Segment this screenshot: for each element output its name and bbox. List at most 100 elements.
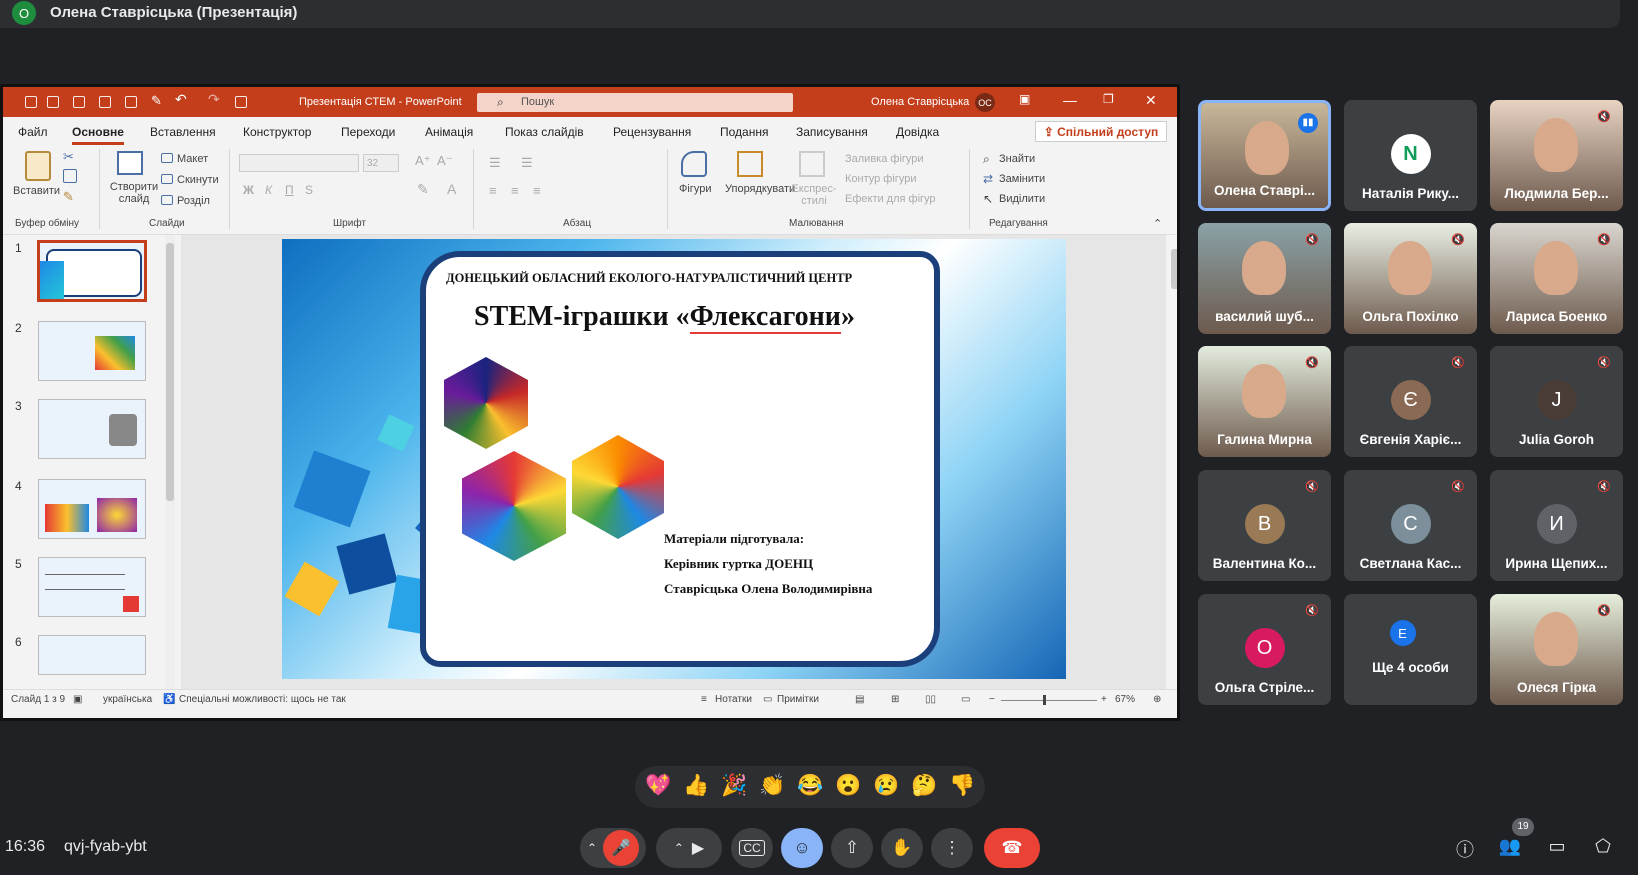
shapes-label[interactable]: Фігури: [679, 183, 711, 195]
spellcheck-icon[interactable]: ▣: [73, 694, 82, 705]
participant-tile[interactable]: J 🔇 Julia Goroh: [1490, 346, 1623, 457]
mic-controls[interactable]: ⌃ 🎤: [580, 828, 646, 868]
find-button[interactable]: Знайти: [999, 153, 1035, 165]
preview-icon[interactable]: [125, 96, 137, 108]
chevron-up-icon[interactable]: ⌃: [587, 841, 597, 855]
font-size-select[interactable]: 32: [363, 154, 399, 172]
tab-slideshow[interactable]: Показ слайдів: [505, 125, 584, 139]
decrease-font-icon[interactable]: A⁻: [437, 153, 453, 169]
participant-tile[interactable]: 🔇 Олеся Гірка: [1490, 594, 1623, 705]
captions-button[interactable]: CC: [731, 828, 773, 868]
chat-icon[interactable]: ▭: [1544, 836, 1570, 862]
status-accessibility[interactable]: Спеціальні можливості: щось не так: [179, 694, 346, 705]
slideshow-icon[interactable]: ▭: [961, 694, 970, 705]
replace-button[interactable]: Замінити: [999, 173, 1045, 185]
minimize-icon[interactable]: —: [1063, 92, 1077, 108]
new-slide-label[interactable]: Створити слайд: [107, 181, 161, 205]
tab-home[interactable]: Основне: [72, 125, 124, 145]
restore-icon[interactable]: ❐: [1103, 92, 1114, 106]
participant-tile[interactable]: Е Ще 4 особи: [1344, 594, 1477, 705]
present-icon[interactable]: [235, 96, 247, 108]
quick-styles-icon[interactable]: [799, 151, 825, 177]
fit-slide-icon[interactable]: ⊕: [1153, 694, 1161, 705]
reaction-emoji[interactable]: 👎: [949, 774, 975, 798]
arrange-icon[interactable]: [737, 151, 763, 177]
participant-tile[interactable]: И 🔇 Ирина Щепих...: [1490, 470, 1623, 581]
camera-icon[interactable]: ▶: [692, 838, 704, 858]
zoom-level[interactable]: 67%: [1115, 694, 1135, 705]
tab-help[interactable]: Довідка: [896, 125, 939, 139]
ribbon-display-icon[interactable]: ▣: [1019, 92, 1030, 106]
share-button[interactable]: ⇪ Спільний доступ: [1035, 121, 1167, 142]
activities-icon[interactable]: ⬠: [1590, 836, 1616, 862]
align-right-icon[interactable]: ≡: [533, 183, 541, 198]
slide-thumbnail-5[interactable]: [38, 557, 146, 617]
zoom-slider[interactable]: [1001, 700, 1097, 701]
bold-icon[interactable]: Ж: [243, 183, 254, 197]
ppt-user-avatar[interactable]: ОС: [975, 93, 995, 112]
underline-icon[interactable]: П: [285, 183, 294, 197]
tab-record[interactable]: Записування: [796, 125, 868, 139]
participant-tile[interactable]: Є 🔇 Євгенія Харіє...: [1344, 346, 1477, 457]
close-icon[interactable]: ✕: [1145, 92, 1157, 109]
italic-icon[interactable]: К: [265, 183, 272, 197]
save-icon[interactable]: [73, 96, 85, 108]
open-folder-icon[interactable]: [47, 96, 59, 108]
more-options-button[interactable]: ⋮: [931, 828, 973, 868]
comments-button[interactable]: Примітки: [777, 694, 819, 705]
section-button[interactable]: Розділ: [177, 195, 210, 207]
slide-thumbnail-6[interactable]: [38, 635, 146, 675]
zoom-slider-handle[interactable]: [1043, 695, 1046, 705]
reset-button[interactable]: Скинути: [177, 174, 219, 186]
chevron-up-icon[interactable]: ⌃: [674, 841, 684, 855]
thumbnails-scroll-thumb[interactable]: [166, 243, 174, 501]
tab-animations[interactable]: Анімація: [425, 125, 473, 139]
participant-tile[interactable]: 🔇 Лариса Боенко: [1490, 223, 1623, 334]
raise-hand-button[interactable]: ✋: [881, 828, 923, 868]
layout-button[interactable]: Макет: [177, 153, 208, 165]
arrange-label[interactable]: Упорядкувати: [725, 183, 795, 195]
shapes-icon[interactable]: [681, 151, 707, 177]
zoom-in-icon[interactable]: +: [1101, 694, 1107, 705]
tab-file[interactable]: Файл: [18, 125, 48, 139]
notes-button[interactable]: Нотатки: [715, 694, 752, 705]
participant-tile[interactable]: В 🔇 Валентина Ко...: [1198, 470, 1331, 581]
paste-label[interactable]: Вставити: [13, 185, 60, 197]
shape-outline-button[interactable]: Контур фігури: [845, 173, 916, 185]
new-slide-icon[interactable]: [117, 151, 143, 175]
reaction-emoji[interactable]: 🤔: [911, 774, 937, 798]
collapse-ribbon-icon[interactable]: ⌃: [1153, 217, 1162, 230]
tab-transitions[interactable]: Переходи: [341, 125, 395, 139]
zoom-out-icon[interactable]: −: [989, 694, 995, 705]
reaction-emoji[interactable]: 😮: [835, 774, 861, 798]
format-painter-icon[interactable]: ✎: [63, 189, 74, 205]
reaction-emoji[interactable]: 👍: [683, 774, 709, 798]
shape-fill-button[interactable]: Заливка фігури: [845, 153, 924, 165]
normal-view-icon[interactable]: ▤: [855, 694, 864, 705]
reaction-emoji[interactable]: 💖: [645, 774, 671, 798]
shape-effects-button[interactable]: Ефекти для фігур: [845, 193, 936, 205]
font-name-select[interactable]: [239, 154, 359, 172]
slide-thumbnail-4[interactable]: [38, 479, 146, 539]
participant-tile[interactable]: 🔇 Ольга Похілко: [1344, 223, 1477, 334]
participant-tile[interactable]: 🔇 Галина Мирна: [1198, 346, 1331, 457]
paste-icon[interactable]: [25, 151, 51, 181]
reaction-emoji[interactable]: 😢: [873, 774, 899, 798]
new-file-icon[interactable]: [25, 96, 37, 108]
bullets-icon[interactable]: ☰: [489, 155, 501, 171]
camera-controls[interactable]: ⌃ ▶: [656, 828, 722, 868]
reaction-emoji[interactable]: 👏: [759, 774, 785, 798]
reading-view-icon[interactable]: ▯▯: [925, 694, 936, 705]
shadow-icon[interactable]: S: [305, 183, 313, 197]
slide-thumbnail-2[interactable]: [38, 321, 146, 381]
align-center-icon[interactable]: ≡: [511, 183, 519, 198]
thumbnails-scrollbar[interactable]: [165, 235, 175, 689]
participant-tile[interactable]: 🔇 Людмила Бер...: [1490, 100, 1623, 211]
format-painter-icon[interactable]: ✎: [151, 93, 162, 109]
meeting-details-icon[interactable]: ⓘ: [1452, 836, 1478, 862]
align-left-icon[interactable]: ≡: [489, 183, 497, 198]
redo-icon[interactable]: ↷: [208, 91, 220, 108]
slide-scroll-thumb[interactable]: [1171, 249, 1177, 289]
font-color-icon[interactable]: A: [447, 181, 456, 197]
undo-icon[interactable]: ↶: [175, 91, 187, 108]
